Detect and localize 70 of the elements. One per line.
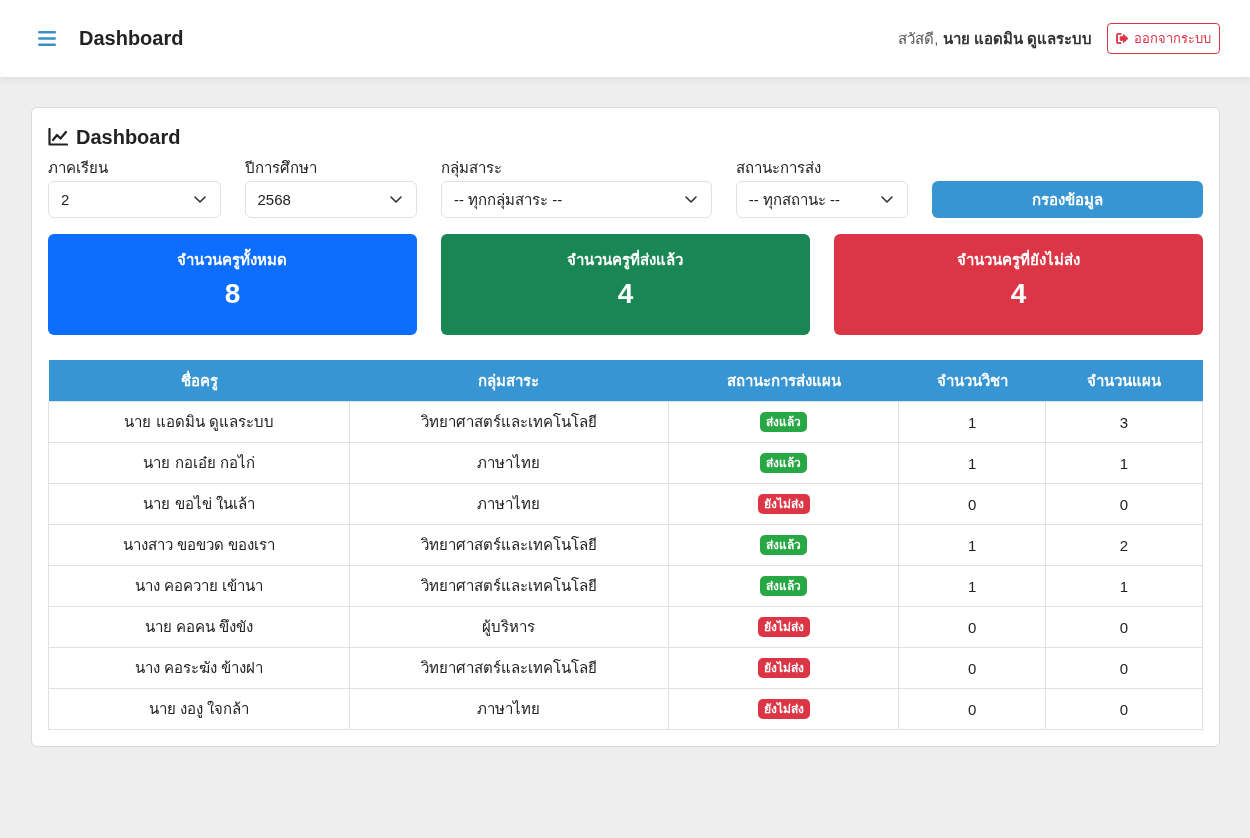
greeting-text: สวัสดี, นาย แอดมิน ดูแลระบบ — [898, 28, 1092, 51]
page-title: Dashboard — [79, 27, 184, 50]
table-cell: 0 — [899, 647, 1046, 689]
status-badge: ยังไม่ส่ง — [757, 658, 810, 678]
chevron-down-icon — [684, 196, 697, 203]
logout-icon — [1116, 33, 1129, 44]
table-cell: 1 — [1045, 565, 1203, 607]
stat-label: จำนวนครูที่ยังไม่ส่ง — [955, 249, 1081, 271]
table-cell: ภาษาไทย — [349, 442, 669, 484]
table-cell: นาย ขอไข่ ในเล้า — [48, 483, 350, 525]
field-label: กลุ่มสาระ — [441, 158, 503, 179]
status-badge: ส่งแล้ว — [760, 453, 808, 473]
table-cell: ผู้บริหาร — [349, 606, 669, 648]
status-badge: ส่งแล้ว — [760, 412, 808, 432]
table-cell: 1 — [899, 401, 1046, 443]
panel-title: Dashboard — [76, 125, 181, 149]
table-cell: 0 — [1045, 483, 1203, 525]
field-label: ภาคเรียน — [48, 158, 109, 178]
stat-value: 8 — [223, 277, 242, 311]
table-cell: นาง คอระฆัง ข้างฝา — [48, 647, 350, 689]
table-cell: 3 — [1045, 401, 1203, 443]
chevron-down-icon — [881, 196, 894, 203]
column-header: จำนวนวิชา — [899, 360, 1046, 402]
table-cell: 2 — [1045, 524, 1203, 566]
dropdown-field[interactable]: -- ทุกกลุ่มสาระ -- — [441, 181, 712, 218]
table-cell: นาย คอคน ขึงขัง — [48, 606, 350, 648]
stat-label: จำนวนครูที่ส่งแล้ว — [566, 249, 685, 271]
table-cell: ภาษาไทย — [349, 483, 669, 525]
table-cell: นาย กอเอ๋ย กอไก่ — [48, 442, 350, 484]
table-cell: 0 — [899, 688, 1046, 730]
table-cell: 1 — [899, 524, 1046, 566]
logout-button[interactable]: ออกจากระบบ — [1107, 23, 1220, 54]
status-badge: ยังไม่ส่ง — [757, 699, 810, 719]
table-cell: นางสาว ขอขวด ของเรา — [48, 524, 350, 566]
dropdown-field[interactable]: 2 — [48, 181, 221, 218]
stat-label: จำนวนครูทั้งหมด — [64, 249, 401, 271]
table-cell: นาย แอดมิน ดูแลระบบ — [48, 401, 350, 443]
column-header: ชื่อครู — [48, 360, 350, 402]
status-badge: ส่งแล้ว — [760, 535, 808, 555]
table-cell: 1 — [1045, 442, 1203, 484]
stat-value: 4 — [1009, 277, 1028, 311]
table-cell: วิทยาศาสตร์และเทคโนโลยี — [349, 647, 669, 689]
column-header: จำนวนแผน — [1045, 360, 1203, 402]
dropdown-field[interactable]: 2568 — [244, 181, 417, 218]
table-cell: 1 — [899, 565, 1046, 607]
table-cell: วิทยาศาสตร์และเทคโนโลยี — [349, 401, 669, 443]
field-label: ปีการศึกษา — [244, 158, 318, 178]
table-cell: 1 — [899, 442, 1046, 484]
status-badge: ส่งแล้ว — [760, 576, 808, 596]
dropdown-field[interactable]: -- ทุกสถานะ -- — [735, 181, 909, 218]
table-cell: วิทยาศาสตร์และเทคโนโลยี — [349, 565, 669, 607]
table-cell: นาง คอควาย เข้านา — [48, 565, 350, 607]
table-cell: ภาษาไทย — [349, 688, 669, 730]
line-chart-icon — [48, 128, 68, 146]
table-cell: 0 — [1045, 606, 1203, 648]
table-cell: 0 — [899, 483, 1046, 525]
table-cell: 0 — [1045, 688, 1203, 730]
table-cell: วิทยาศาสตร์และเทคโนโลยี — [349, 524, 669, 566]
chevron-down-icon — [390, 196, 402, 203]
status-badge: ยังไม่ส่ง — [757, 494, 810, 514]
column-header: กลุ่มสาระ — [349, 360, 669, 402]
table-cell: นาย งองู ใจกล้า — [48, 688, 350, 730]
stat-value: 4 — [616, 277, 635, 311]
table-cell: 0 — [1045, 647, 1203, 689]
chevron-down-icon — [193, 196, 206, 203]
field-label: สถานะการส่ง — [735, 158, 822, 178]
table-cell: 0 — [899, 606, 1046, 648]
column-header: สถานะการส่งแผน — [668, 360, 899, 402]
status-badge: ยังไม่ส่ง — [757, 617, 810, 637]
menu-icon[interactable] — [38, 31, 56, 46]
